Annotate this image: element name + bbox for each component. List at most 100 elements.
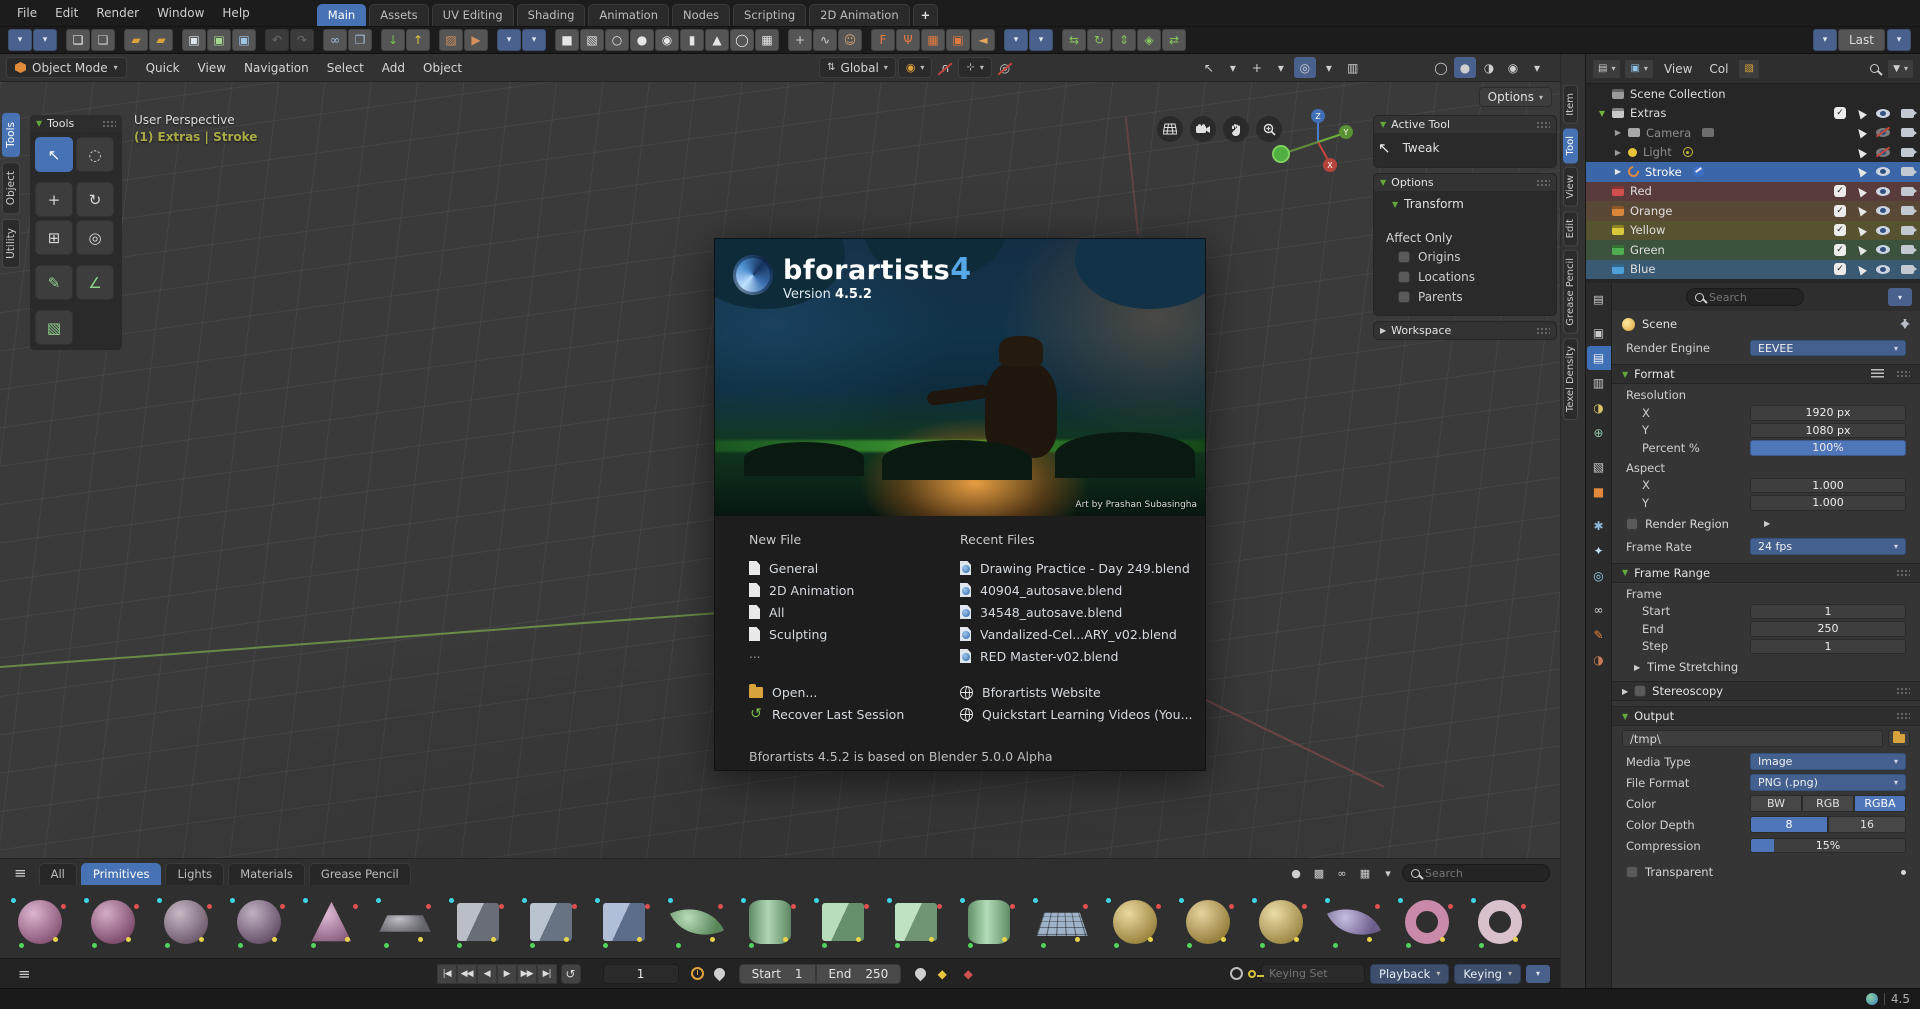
selectable-icon[interactable] xyxy=(1855,263,1867,275)
render-visibility-icon[interactable] xyxy=(1901,265,1914,274)
render-region-checkbox[interactable] xyxy=(1626,518,1638,530)
recent-file-4[interactable]: Vandalized-Cel...ARY_v02.blend xyxy=(960,623,1171,645)
pan-view-button[interactable] xyxy=(1223,116,1249,142)
editor-chevron-2[interactable]: ▾ xyxy=(522,29,546,51)
resolution-y-field[interactable]: 1080 px xyxy=(1750,423,1906,439)
link-data-icon[interactable]: ∞ xyxy=(323,29,347,51)
add-plane-icon[interactable]: ■ xyxy=(555,29,579,51)
play-button[interactable]: ▶ xyxy=(497,964,517,984)
add-speaker-icon[interactable]: ◄ xyxy=(971,29,995,51)
rotate-tool-button[interactable]: ↻ xyxy=(76,182,114,217)
frame-range-panel-header[interactable]: ▼ Frame Range xyxy=(1612,563,1920,583)
add-uv-sphere-icon[interactable]: ● xyxy=(630,29,654,51)
outliner-col-menu[interactable]: Col xyxy=(1702,60,1735,78)
snap-dropdown[interactable]: ⊹ ▾ xyxy=(958,57,991,78)
add-cone-icon[interactable]: ▲ xyxy=(705,29,729,51)
add-empty-icon[interactable]: + xyxy=(788,29,812,51)
menu-quick[interactable]: Quick xyxy=(137,58,189,78)
shelf-tab-grease-pencil[interactable]: Grease Pencil xyxy=(309,863,411,885)
render-visibility-icon[interactable] xyxy=(1901,245,1914,254)
undo-icon[interactable]: ↶ xyxy=(265,29,289,51)
tab-add-workspace[interactable]: + xyxy=(913,4,939,26)
overlays-chevron[interactable]: ▾ xyxy=(1318,57,1340,78)
previous-keyframe-button[interactable]: ◀◀ xyxy=(457,964,477,984)
open-file-link[interactable]: Open... xyxy=(749,681,960,703)
current-frame-field[interactable]: 1 xyxy=(603,964,679,984)
orientation-dropdown[interactable]: ⇅ Global ▾ xyxy=(819,57,896,78)
tab-shading[interactable]: Shading xyxy=(517,4,586,26)
menu-edit[interactable]: Edit xyxy=(46,3,87,23)
open-recent-icon[interactable]: ▰ xyxy=(149,29,173,51)
new-collection-button[interactable]: ▧ xyxy=(1738,59,1759,79)
sidebar-tab-grease-pencil[interactable]: Grease Pencil xyxy=(1563,250,1578,334)
shading-rendered-icon[interactable]: ◉ xyxy=(1502,57,1524,78)
proportional-editing-button[interactable]: ◎ xyxy=(994,57,1016,78)
render-visibility-icon[interactable] xyxy=(1901,187,1914,196)
recent-file-1[interactable]: Drawing Practice - Day 249.blend xyxy=(960,557,1171,579)
selectable-icon[interactable] xyxy=(1855,166,1867,178)
new-file-2d-animation[interactable]: 2D Animation xyxy=(749,579,960,601)
panel-grip-icon[interactable] xyxy=(1896,370,1910,378)
time-display-icon[interactable] xyxy=(691,967,704,980)
pivot-dropdown[interactable]: ◉ ▾ xyxy=(898,57,933,78)
asset-curve-leaf[interactable] xyxy=(661,889,732,955)
options-header[interactable]: ▼ Options xyxy=(1374,174,1556,191)
loop-playback-button[interactable]: ↺ xyxy=(561,964,581,984)
sidebar-tab-texel-density[interactable]: Texel Density xyxy=(1563,338,1578,420)
depth-16-option[interactable]: 16 xyxy=(1828,816,1906,833)
asset-sphere-gold-wire[interactable] xyxy=(1172,889,1243,955)
editor-type-button[interactable]: ▤▾ xyxy=(1592,59,1621,79)
new-file-icon[interactable]: ❏ xyxy=(66,29,90,51)
checkbox[interactable] xyxy=(1398,251,1410,263)
keying-set-input[interactable] xyxy=(1269,967,1355,980)
physics-properties-tab[interactable]: ◎ xyxy=(1587,564,1611,588)
frame-start-field[interactable]: Start 1 xyxy=(739,964,816,984)
outliner-row-scene-collection[interactable]: Scene Collection xyxy=(1586,84,1920,104)
menu-select[interactable]: Select xyxy=(318,58,373,78)
jump-to-start-button[interactable]: |◀ xyxy=(437,964,457,984)
mode-dropdown[interactable]: Object Mode ▾ xyxy=(6,57,127,78)
asset-plane-gray[interactable] xyxy=(369,889,440,955)
stereoscopy-panel-header[interactable]: ▶ Stereoscopy xyxy=(1612,681,1920,701)
append-data-icon[interactable]: ❐ xyxy=(348,29,372,51)
tools-tab-object[interactable]: Object xyxy=(2,162,20,214)
snap-move-toggle[interactable]: ⇆ xyxy=(1062,29,1086,51)
visibility-icon[interactable] xyxy=(1876,265,1890,274)
repeat-history-chevron[interactable]: ▾ xyxy=(1813,29,1837,51)
timeline-menu-icon[interactable]: ≡ xyxy=(10,965,39,983)
aspect-y-field[interactable]: 1.000 xyxy=(1750,495,1906,511)
tab-nodes[interactable]: Nodes xyxy=(672,4,730,26)
snap-toggle-button[interactable]: ∩ xyxy=(934,57,956,78)
submenu-arrow-icon[interactable]: ▶ xyxy=(1764,519,1770,528)
outliner-row-camera[interactable]: ▶ Camera xyxy=(1586,123,1920,143)
visibility-icon[interactable] xyxy=(1876,167,1890,176)
add-curve-icon[interactable]: ∿ xyxy=(813,29,837,51)
constraint-properties-tab[interactable]: ∞ xyxy=(1587,598,1611,622)
add-text-icon[interactable]: F xyxy=(871,29,895,51)
transparent-checkbox[interactable] xyxy=(1626,866,1638,878)
overlays-dropdown-icon[interactable]: ◎ xyxy=(1294,57,1316,78)
menu-render[interactable]: Render xyxy=(87,3,148,23)
shading-chevron[interactable]: ▾ xyxy=(1526,57,1548,78)
shelf-tab-materials[interactable]: Materials xyxy=(228,863,305,885)
asset-torus-pink[interactable] xyxy=(1391,889,1462,955)
sep-2[interactable] xyxy=(1587,505,1611,513)
tool-chevron-1[interactable]: ▾ xyxy=(1004,29,1028,51)
gizmos-chevron[interactable]: ▾ xyxy=(1270,57,1292,78)
asset-sphere-gold[interactable] xyxy=(1245,889,1316,955)
save-copy-icon[interactable]: ▣ xyxy=(232,29,256,51)
cursor-tool-button[interactable]: ◌ xyxy=(76,137,114,172)
scale-tool-button[interactable]: ⊞ xyxy=(35,220,73,255)
collection-checkbox[interactable]: ✓ xyxy=(1834,205,1846,217)
outliner-search-icon[interactable] xyxy=(1870,64,1879,73)
asset-sphere-checker[interactable] xyxy=(150,889,221,955)
frame-rate-dropdown[interactable]: 24 fps ▾ xyxy=(1750,538,1906,555)
recent-file-3[interactable]: 34548_autosave.blend xyxy=(960,601,1171,623)
active-tool-header[interactable]: ▼ Active Tool xyxy=(1374,116,1556,133)
collection-checkbox[interactable]: ✓ xyxy=(1834,224,1846,236)
add-lattice-icon[interactable]: ▦ xyxy=(921,29,945,51)
outliner-view-menu[interactable]: View xyxy=(1657,60,1699,78)
outliner-row-blue[interactable]: Blue ✓ xyxy=(1586,260,1920,280)
color-rgba-option[interactable]: RGBA xyxy=(1854,795,1906,812)
data-properties-tab[interactable]: ✎ xyxy=(1587,623,1611,647)
